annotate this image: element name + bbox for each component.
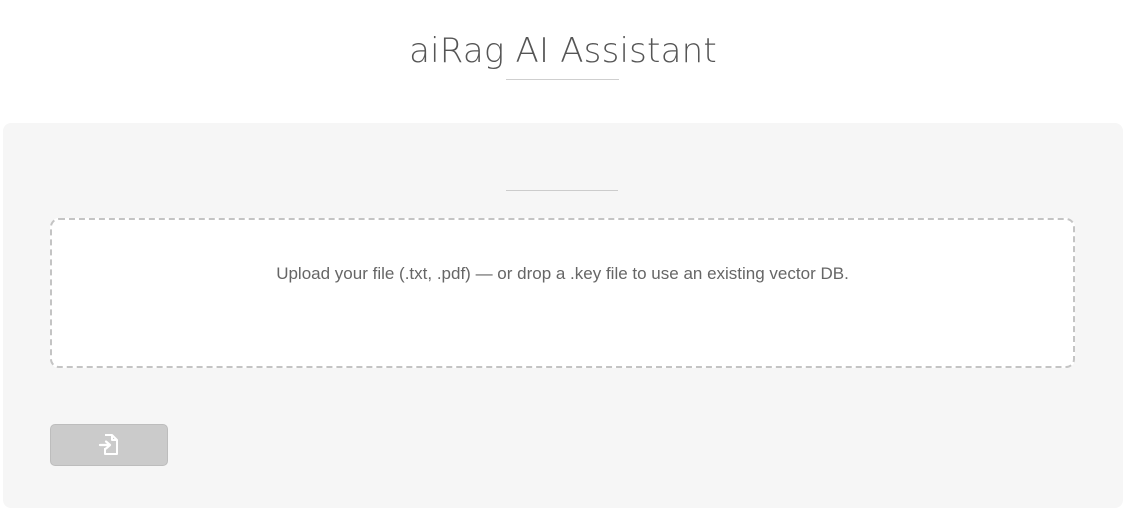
submit-file-button[interactable] — [50, 424, 168, 466]
upload-panel: Upload your file (.txt, .pdf) — or drop … — [3, 123, 1123, 508]
dropzone-instructions: Upload your file (.txt, .pdf) — or drop … — [276, 264, 849, 283]
title-divider — [506, 79, 619, 80]
page-title: aiRag AI Assistant — [409, 30, 717, 71]
panel-divider — [506, 190, 618, 191]
file-dropzone[interactable]: Upload your file (.txt, .pdf) — or drop … — [50, 218, 1075, 368]
file-import-icon — [96, 432, 122, 458]
